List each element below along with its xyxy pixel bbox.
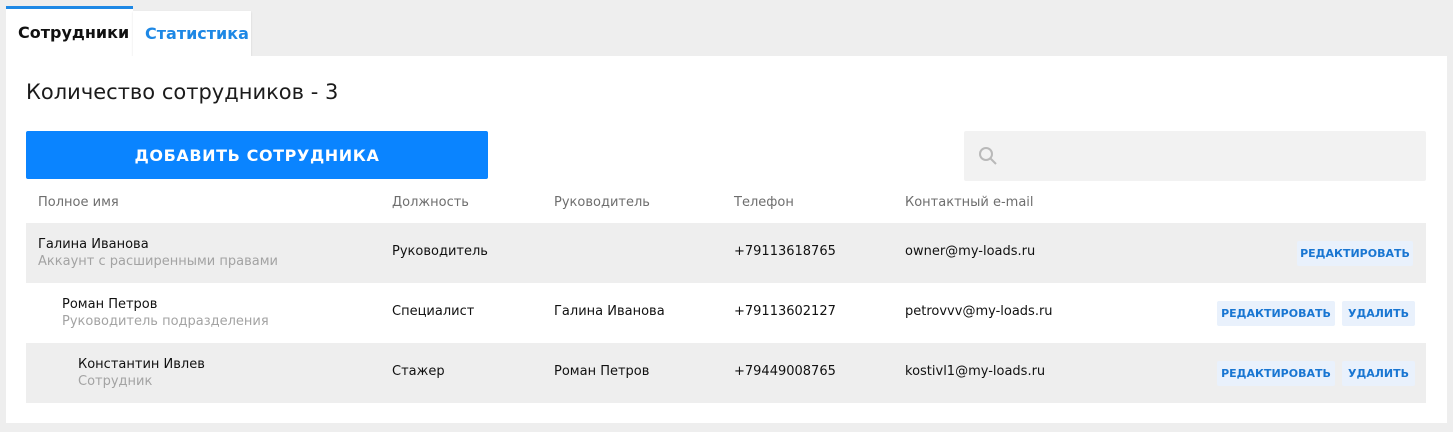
column-header-full-name[interactable]: Полное имя bbox=[38, 195, 119, 210]
search-box bbox=[964, 131, 1426, 181]
edit-button[interactable]: РЕДАКТИРОВАТЬ bbox=[1297, 241, 1413, 266]
column-header-email[interactable]: Контактный e-mail bbox=[905, 195, 1034, 210]
search-input[interactable] bbox=[1010, 131, 1410, 181]
employee-name: Галина Иванова bbox=[38, 237, 149, 252]
employee-account-role: Руководитель подразделения bbox=[62, 314, 269, 329]
employee-manager: Галина Иванова bbox=[554, 304, 665, 319]
employee-position: Специалист bbox=[392, 304, 475, 319]
delete-button[interactable]: УДАЛИТЬ bbox=[1342, 301, 1415, 326]
tab-statistics[interactable]: Статистика bbox=[133, 11, 251, 56]
employee-position: Руководитель bbox=[392, 244, 488, 259]
delete-button[interactable]: УДАЛИТЬ bbox=[1342, 361, 1415, 386]
column-header-position[interactable]: Должность bbox=[392, 195, 469, 210]
employee-name-cell: Галина Иванова Аккаунт с расширенными пр… bbox=[38, 237, 278, 269]
employee-name: Роман Петров bbox=[62, 297, 158, 312]
employee-email: owner@my-loads.ru bbox=[905, 244, 1036, 259]
employee-position: Стажер bbox=[392, 364, 445, 379]
search-icon bbox=[979, 147, 997, 165]
employee-account-role: Сотрудник bbox=[78, 374, 153, 389]
edit-button[interactable]: РЕДАКТИРОВАТЬ bbox=[1217, 361, 1335, 386]
employee-phone: +79113602127 bbox=[734, 304, 836, 319]
add-employee-button[interactable]: ДОБАВИТЬ СОТРУДНИКА bbox=[26, 131, 488, 179]
column-header-phone[interactable]: Телефон bbox=[734, 195, 794, 210]
employee-email: kostivl1@my-loads.ru bbox=[905, 364, 1046, 379]
employee-email: petrovvv@my-loads.ru bbox=[905, 304, 1053, 319]
employee-name: Константин Ивлев bbox=[78, 357, 205, 372]
employee-name-cell: Роман Петров Руководитель подразделения bbox=[62, 297, 269, 329]
employee-account-role: Аккаунт с расширенными правами bbox=[38, 254, 278, 269]
employee-phone: +79449008765 bbox=[734, 364, 836, 379]
page-title: Количество сотрудников - 3 bbox=[26, 80, 339, 104]
employee-phone: +79113618765 bbox=[734, 244, 836, 259]
table-header: Полное имя Должность Руководитель Телефо… bbox=[26, 193, 1426, 223]
tab-employees[interactable]: Сотрудники bbox=[6, 6, 133, 56]
table-row[interactable]: Константин Ивлев Сотрудник Стажер Роман … bbox=[26, 343, 1426, 403]
edit-button[interactable]: РЕДАКТИРОВАТЬ bbox=[1217, 301, 1335, 326]
employee-manager: Роман Петров bbox=[554, 364, 650, 379]
table-row[interactable]: Галина Иванова Аккаунт с расширенными пр… bbox=[26, 223, 1426, 283]
column-header-manager[interactable]: Руководитель bbox=[554, 195, 650, 210]
tab-bar: Сотрудники Статистика bbox=[6, 6, 251, 56]
employees-panel: Количество сотрудников - 3 ДОБАВИТЬ СОТР… bbox=[6, 56, 1447, 423]
employee-name-cell: Константин Ивлев Сотрудник bbox=[78, 357, 205, 389]
table-row[interactable]: Роман Петров Руководитель подразделения … bbox=[26, 283, 1426, 343]
